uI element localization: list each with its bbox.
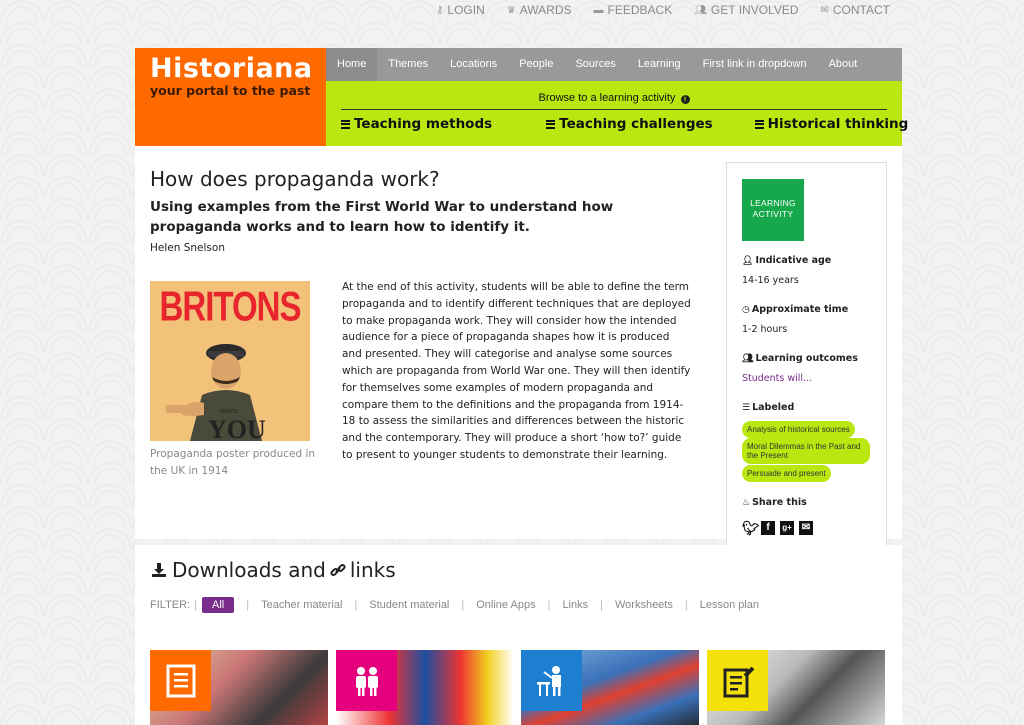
tag-analysis-historical-sources[interactable]: Analysis of historical sources [742,421,855,438]
download-tile[interactable] [336,650,514,725]
approximate-time-value: 1-2 hours [742,324,788,335]
info-icon: i [680,95,690,104]
labeled-heading: ☰ Labeled [742,402,795,413]
user-icon: 👤︎ [742,256,754,266]
filter-online-apps[interactable]: Online Apps [476,599,535,611]
clock-icon: ◷ [742,305,750,315]
email-icon[interactable]: ✉︎ [799,521,813,535]
twitter-icon[interactable]: 🐦︎ [742,521,760,535]
tag-moral-dilemmas[interactable]: Moral Dilemmas in the Past and the Prese… [742,438,870,464]
page-subtitle: Using examples from the First World War … [150,199,614,235]
feedback-link[interactable]: ▬ FEEDBACK [594,3,673,17]
site-header: Historiana your portal to the past Home … [135,48,908,146]
share-icon: ♨︎ [742,498,751,508]
download-tile[interactable] [521,650,699,725]
share-heading: ♨︎ Share this [742,497,807,508]
logo-tagline: your portal to the past [150,83,311,98]
download-tile[interactable] [707,650,885,725]
worksheet-icon [707,650,768,711]
group-icon: 👥︎ [742,354,754,364]
nav-learning[interactable]: Learning [627,48,692,81]
utility-bar: ⚷ LOGIN ♛ AWARDS ▬ FEEDBACK 👥︎ GET INVOLVED … [436,3,890,17]
trophy-icon: ♛ [506,4,516,16]
nav-home[interactable]: Home [326,48,378,81]
divider [341,109,887,110]
tab-teaching-challenges[interactable]: Teaching challenges [546,116,713,132]
nav-locations[interactable]: Locations [439,48,508,81]
students-icon [336,650,397,711]
key-icon: ⚷ [436,4,444,16]
learning-activity-badge: LEARNING ACTIVITY [742,179,804,241]
learning-outcomes-link[interactable]: Students will... [742,373,812,384]
teacher-icon [521,650,582,711]
list-icon [341,119,350,129]
author-name: Helen Snelson [150,242,225,254]
nav-about[interactable]: About [818,48,869,81]
downloads-heading: Downloads and links [150,558,396,582]
filter-all[interactable]: All [202,597,235,613]
tab-historical-thinking[interactable]: Historical thinking [754,116,908,132]
download-tile[interactable] [150,650,328,725]
learning-subnav: Browse to a learning activity i Teaching… [326,81,908,146]
contact-link[interactable]: ✉︎ CONTACT [821,3,891,17]
downloads-section: Downloads and links FILTER: | All | Teac… [135,545,902,725]
page-title: How does propaganda work? [150,167,440,191]
filter-links[interactable]: Links [562,599,588,611]
envelope-icon: ✉︎ [820,4,829,16]
downloads-filter: FILTER: | All | Teacher material | Stude… [150,597,760,613]
tag-persuade-present[interactable]: Persuade and present [742,465,831,482]
nav-dropdown-link[interactable]: First link in dropdown [692,48,818,81]
filter-label: FILTER: [150,599,191,611]
list-icon [754,119,764,129]
login-link[interactable]: ⚷ LOGIN [436,3,485,17]
poster-you-text: YOU [208,415,266,441]
indicative-age-heading: 👤︎ Indicative age [742,255,832,266]
share-buttons: 🐦︎ f g+ ✉︎ [742,521,813,535]
activity-sidebar: LEARNING ACTIVITY 👤︎ Indicative age 14-16… [726,162,887,563]
filter-student-material[interactable]: Student material [369,599,449,611]
nav-sources[interactable]: Sources [564,48,626,81]
logo[interactable]: Historiana your portal to the past [135,48,326,146]
list-icon: ☰ [742,403,751,413]
logo-title: Historiana [150,53,313,84]
users-icon: 👥︎ [694,4,707,16]
google-plus-icon[interactable]: g+ [780,521,794,535]
get-involved-link[interactable]: 👥︎ GET INVOLVED [694,3,798,17]
browse-learning-activity[interactable]: Browse to a learning activity i [326,92,902,104]
nav-themes[interactable]: Themes [377,48,439,81]
activity-description: At the end of this activity, students wi… [342,281,691,461]
nav-people[interactable]: People [508,48,564,81]
main-nav: Home Themes Locations People Sources Lea… [326,48,902,81]
learning-outcomes-heading: 👥︎ Learning outcomes [742,353,858,364]
download-icon [152,563,166,577]
image-caption: Propaganda poster produced in the UK in … [150,448,316,477]
filter-worksheets[interactable]: Worksheets [615,599,673,611]
list-icon [546,119,556,129]
link-icon [330,563,346,577]
tab-teaching-methods[interactable]: Teaching methods [341,116,492,132]
filter-lesson-plan[interactable]: Lesson plan [700,599,759,611]
awards-link[interactable]: ♛ AWARDS [507,3,572,17]
comment-icon: ▬ [593,4,604,16]
indicative-age-value: 14-16 years [742,275,799,286]
approximate-time-heading: ◷ Approximate time [742,304,849,315]
facebook-icon[interactable]: f [761,521,775,535]
propaganda-poster-image[interactable]: BRITONS WANTS YOU [150,281,310,441]
filter-teacher-material[interactable]: Teacher material [261,599,342,611]
document-icon [150,650,211,711]
